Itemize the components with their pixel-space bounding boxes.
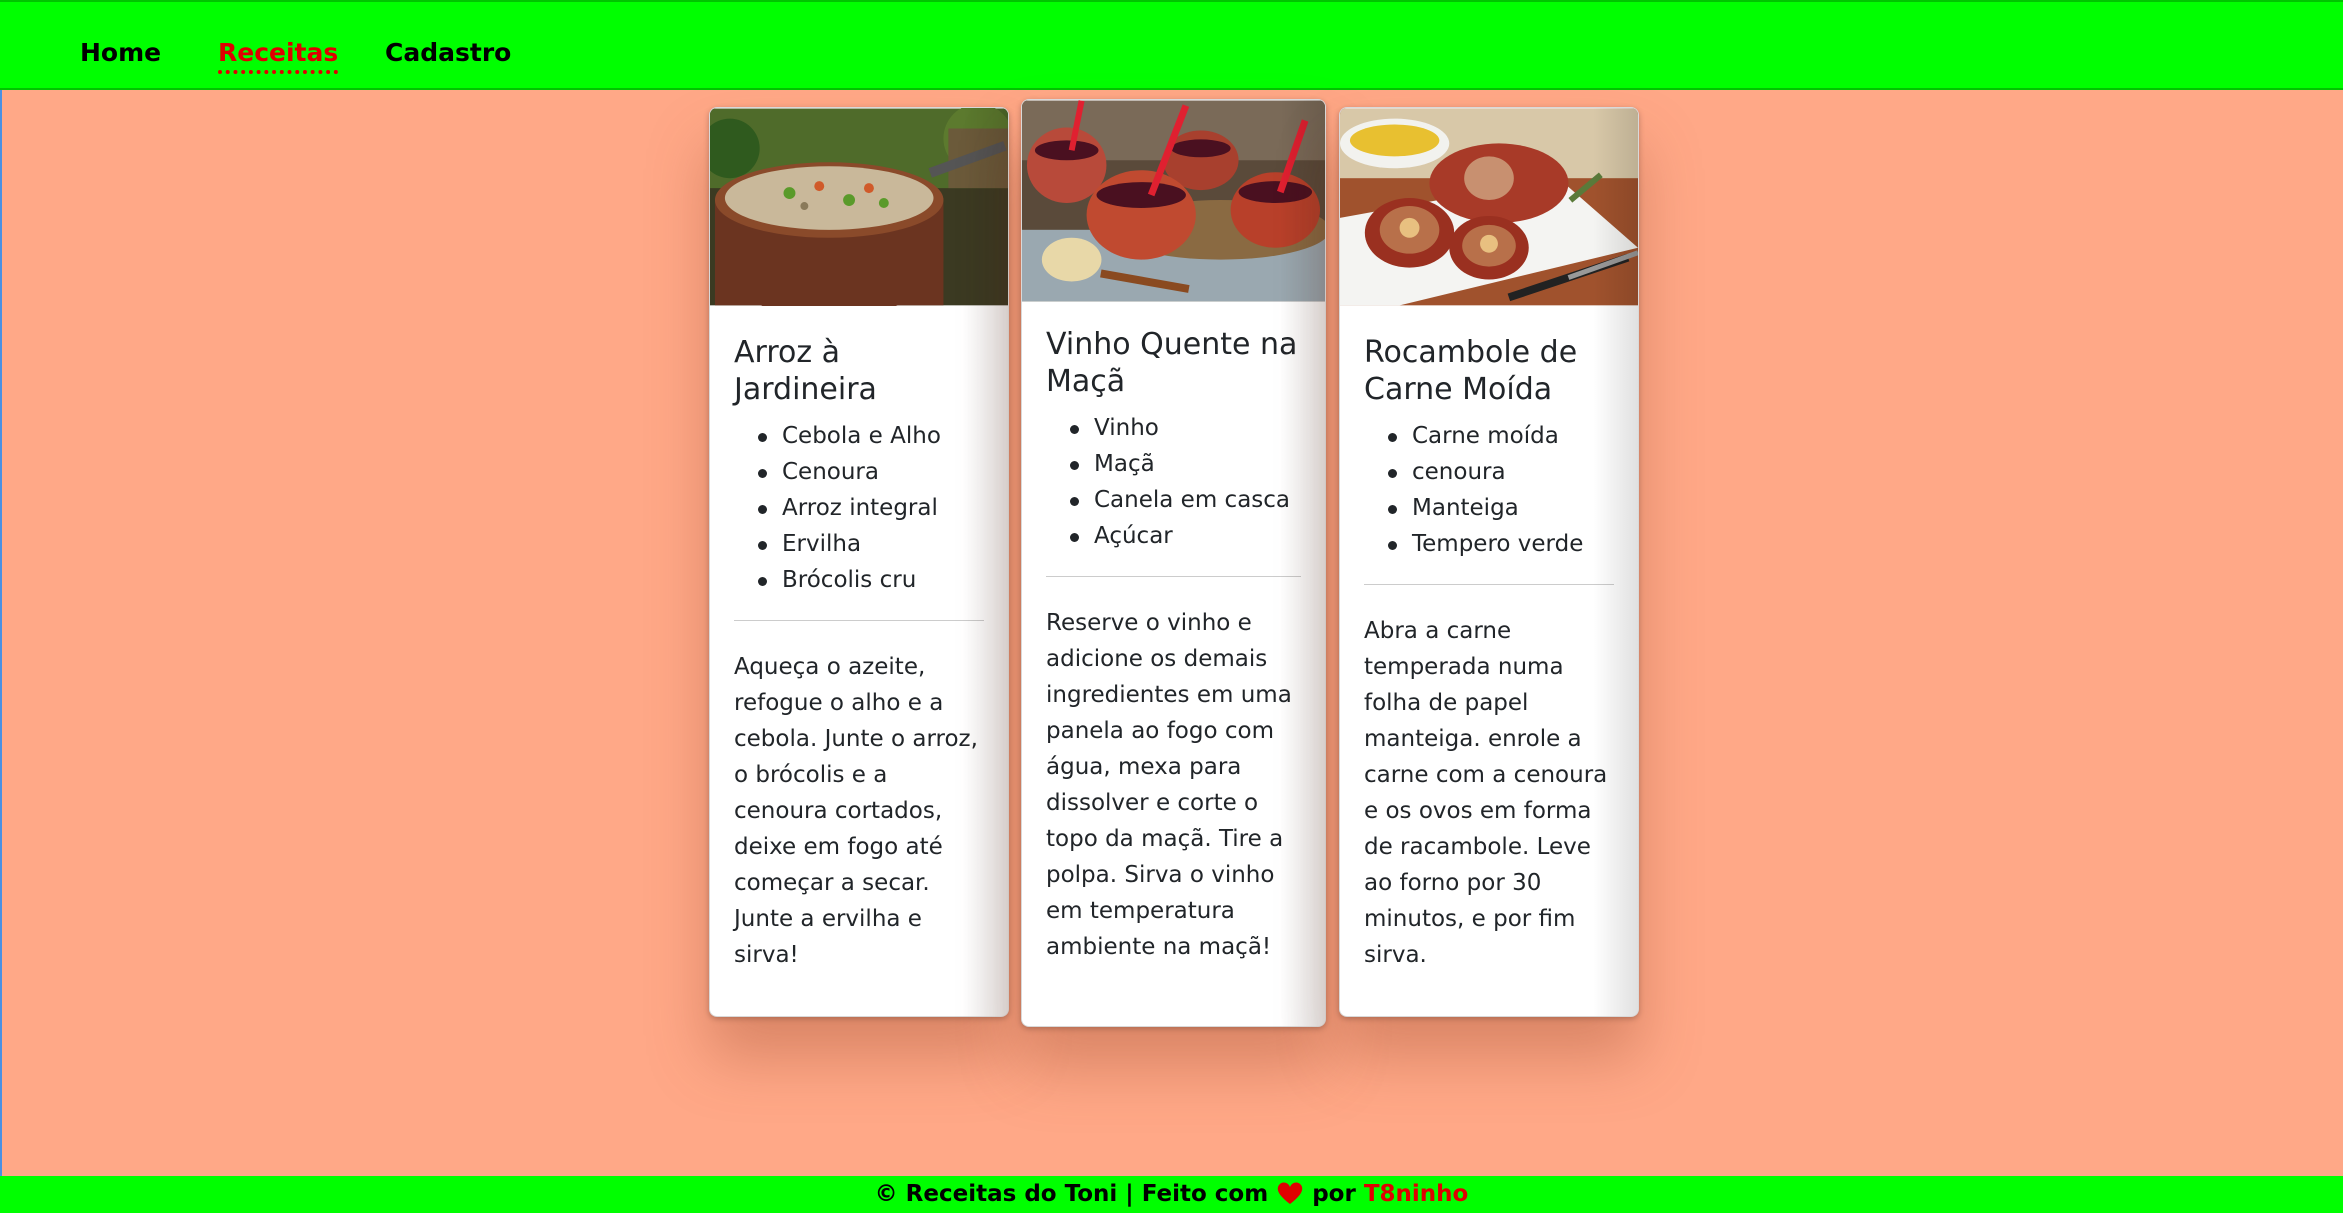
footer-author-link[interactable]: T8ninho	[1364, 1181, 1469, 1207]
ingredient-item: Açúcar	[1070, 518, 1301, 554]
ingredient-list: Vinho Maçã Canela em casca Açúcar	[1046, 410, 1301, 554]
card-divider	[1046, 576, 1301, 577]
ingredient-item: Tempero verde	[1388, 526, 1614, 562]
ingredient-item: Ervilha	[758, 526, 984, 562]
ingredient-item: Cebola e Alho	[758, 418, 984, 454]
recipe-card: Vinho Quente na Maçã Vinho Maçã Canela e…	[1021, 99, 1326, 1027]
nav-receitas-link[interactable]: Receitas	[218, 36, 339, 74]
nav-cadastro-link[interactable]: Cadastro	[385, 36, 511, 70]
ingredient-item: Manteiga	[1388, 490, 1614, 526]
ingredient-item: Carne moída	[1388, 418, 1614, 454]
card-title: Arroz à Jardineira	[734, 335, 877, 407]
navbar: Home Receitas Cadastro	[0, 0, 2343, 90]
card-divider	[1364, 584, 1614, 585]
nav-home-link[interactable]: Home	[80, 36, 161, 70]
ingredient-list: Carne moída cenoura Manteiga Tempero ver…	[1364, 418, 1614, 562]
window-edge	[0, 0, 2, 1213]
footer-text: © Receitas do Toni | Feito com	[874, 1181, 1269, 1207]
ingredient-item: Vinho	[1070, 410, 1301, 446]
card-divider	[734, 620, 984, 621]
heart-icon	[1277, 1182, 1303, 1204]
ingredient-item: cenoura	[1388, 454, 1614, 490]
meat-roll-photo	[1340, 108, 1638, 306]
card-title: Rocambole de Carne Moída	[1364, 335, 1578, 407]
rice-pot-photo	[710, 108, 1008, 306]
card-instructions: Aqueça o azeite, refogue o alho e a cebo…	[734, 654, 978, 968]
ingredient-item: Brócolis cru	[758, 562, 984, 598]
footer: © Receitas do Toni | Feito com por T8nin…	[0, 1176, 2343, 1213]
card-instructions: Abra a carne temperada numa folha de pap…	[1364, 618, 1608, 968]
card-title: Vinho Quente na Maçã	[1046, 327, 1298, 399]
card-instructions: Reserve o vinho e adicione os demais ing…	[1046, 610, 1292, 960]
recipe-card: Arroz à Jardineira Cebola e Alho Cenoura…	[709, 107, 1009, 1017]
mulled-wine-apple-photo	[1022, 100, 1325, 302]
footer-by: por	[1312, 1181, 1356, 1207]
ingredient-list: Cebola e Alho Cenoura Arroz integral Erv…	[734, 418, 984, 598]
ingredient-item: Canela em casca	[1070, 482, 1301, 518]
ingredient-item: Maçã	[1070, 446, 1301, 482]
ingredient-item: Cenoura	[758, 454, 984, 490]
recipe-card: Rocambole de Carne Moída Carne moída cen…	[1339, 107, 1639, 1017]
ingredient-item: Arroz integral	[758, 490, 984, 526]
